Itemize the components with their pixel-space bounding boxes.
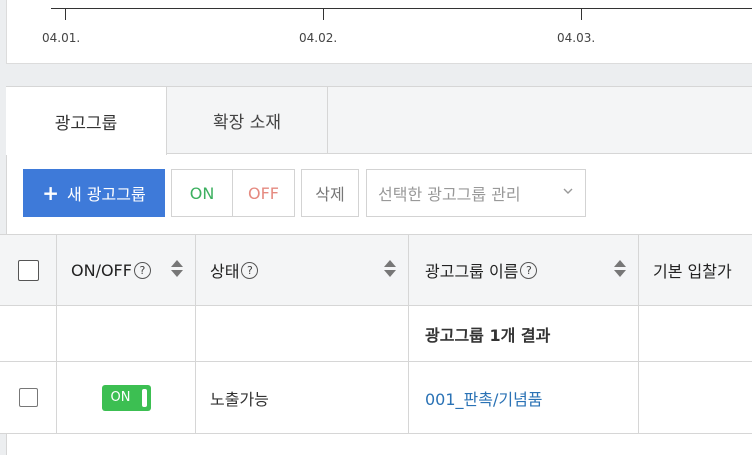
new-ad-group-button[interactable]: + 새 광고그룹 xyxy=(23,169,165,217)
row-select-cell xyxy=(0,362,57,433)
tab-extensions[interactable]: 확장 소재 xyxy=(167,87,328,154)
on-button[interactable]: ON xyxy=(171,169,233,217)
timeline-panel: 04.01. 04.02. 04.03. xyxy=(6,0,752,64)
toggle-label: ON xyxy=(110,390,131,405)
header-onoff-label: ON/OFF xyxy=(71,260,132,280)
table-row: ON 노출가능 001_판촉/기념품 xyxy=(0,362,752,434)
chevron-down-icon xyxy=(563,184,573,200)
summary-cell xyxy=(57,306,196,361)
summary-cell xyxy=(639,306,752,361)
question-circle-icon[interactable]: ? xyxy=(133,261,151,279)
row-onoff-cell: ON xyxy=(57,362,196,433)
header-onoff[interactable]: ON/OFF ? xyxy=(57,235,196,305)
timeline-tick-label: 04.03. xyxy=(557,31,596,45)
timeline-tick xyxy=(581,8,582,20)
tab-bar: 광고그룹 확장 소재 xyxy=(6,87,752,155)
header-name-label: 광고그룹 이름 xyxy=(425,262,519,281)
tab-ad-groups[interactable]: 광고그룹 xyxy=(6,87,167,155)
off-button[interactable]: OFF xyxy=(232,169,295,217)
summary-cell xyxy=(196,306,409,361)
header-status[interactable]: 상태 ? xyxy=(196,235,409,305)
manage-selected-dropdown[interactable]: 선택한 광고그룹 관리 xyxy=(366,169,586,217)
header-name[interactable]: 광고그룹 이름 ? xyxy=(409,235,639,305)
row-checkbox[interactable] xyxy=(18,388,38,407)
timeline-axis xyxy=(51,8,752,9)
row-name-cell: 001_판촉/기념품 xyxy=(409,362,639,433)
sort-icon[interactable] xyxy=(384,260,396,278)
manage-selected-label: 선택한 광고그룹 관리 xyxy=(378,185,521,204)
delete-button[interactable]: 삭제 xyxy=(301,169,359,217)
question-circle-icon[interactable]: ? xyxy=(520,261,538,279)
onoff-toggle[interactable]: ON xyxy=(101,384,151,411)
timeline-tick xyxy=(65,8,66,20)
plus-icon: + xyxy=(42,181,60,205)
table-summary-row: 광고그룹 1개 결과 xyxy=(0,306,752,362)
row-bid-cell xyxy=(639,362,752,433)
header-bid-label: 기본 입찰가 xyxy=(653,262,732,281)
toolbar: + 새 광고그룹 ON OFF 삭제 선택한 광고그룹 관리 xyxy=(7,154,752,234)
ad-group-name-link[interactable]: 001_판촉/기념품 xyxy=(425,386,543,410)
sort-icon[interactable] xyxy=(614,260,626,278)
header-bid[interactable]: 기본 입찰가 xyxy=(639,235,752,305)
select-all-checkbox[interactable] xyxy=(17,259,39,281)
header-status-label: 상태 xyxy=(210,262,240,281)
row-status: 노출가능 xyxy=(196,362,409,433)
ad-group-panel: 광고그룹 확장 소재 + 새 광고그룹 ON OFF 삭제 선택한 광고그룹 관… xyxy=(0,86,752,455)
timeline-tick-label: 04.02. xyxy=(299,31,338,45)
sort-icon[interactable] xyxy=(171,260,183,278)
table-header-row: ON/OFF ? 상태 ? 광고그룹 이름 ? 기본 입찰가 xyxy=(0,234,752,306)
timeline-tick-label: 04.01. xyxy=(42,31,81,45)
question-circle-icon[interactable]: ? xyxy=(241,261,259,279)
summary-count: 광고그룹 1개 결과 xyxy=(409,306,639,361)
header-select-cell xyxy=(0,235,57,305)
toggle-knob xyxy=(141,388,147,407)
timeline-tick xyxy=(323,8,324,20)
summary-cell xyxy=(0,306,57,361)
new-ad-group-label: 새 광고그룹 xyxy=(67,185,146,204)
